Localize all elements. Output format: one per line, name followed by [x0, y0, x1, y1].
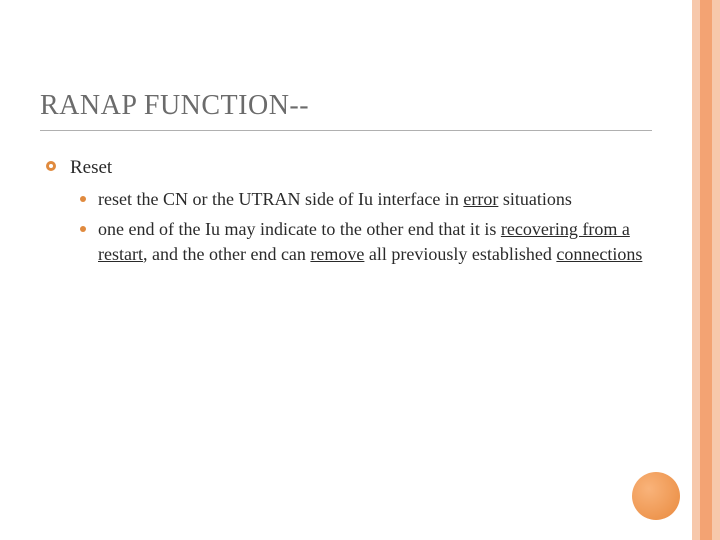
text-segment: , and the other end can: [143, 244, 310, 264]
text-segment: remove: [310, 244, 364, 264]
text-segment: reset the CN or the UTRAN side of Iu int…: [98, 189, 463, 209]
slide-title: RANAP FUNCTION--: [40, 90, 652, 122]
text-segment: error: [463, 189, 498, 209]
text-segment: connections: [556, 244, 642, 264]
level1-heading: Reset: [70, 157, 112, 178]
side-stripe-inner: [700, 0, 712, 540]
slide-body: RANAP FUNCTION-- Reset reset the CN or t…: [0, 0, 692, 540]
text-segment: all previously established: [364, 244, 556, 264]
text-segment: situations: [498, 189, 572, 209]
bullet-list-level2: reset the CN or the UTRAN side of Iu int…: [70, 187, 652, 266]
title-divider: [40, 130, 652, 131]
text-segment: one end of the Iu may indicate to the ot…: [98, 219, 501, 239]
level2-item: one end of the Iu may indicate to the ot…: [78, 217, 652, 266]
ring-bullet-icon: [46, 161, 56, 171]
dot-bullet-icon: [80, 226, 86, 232]
level1-item: Reset reset the CN or the UTRAN side of …: [46, 157, 652, 266]
dot-bullet-icon: [80, 196, 86, 202]
bullet-list-level1: Reset reset the CN or the UTRAN side of …: [40, 157, 652, 266]
level2-item: reset the CN or the UTRAN side of Iu int…: [78, 187, 652, 211]
